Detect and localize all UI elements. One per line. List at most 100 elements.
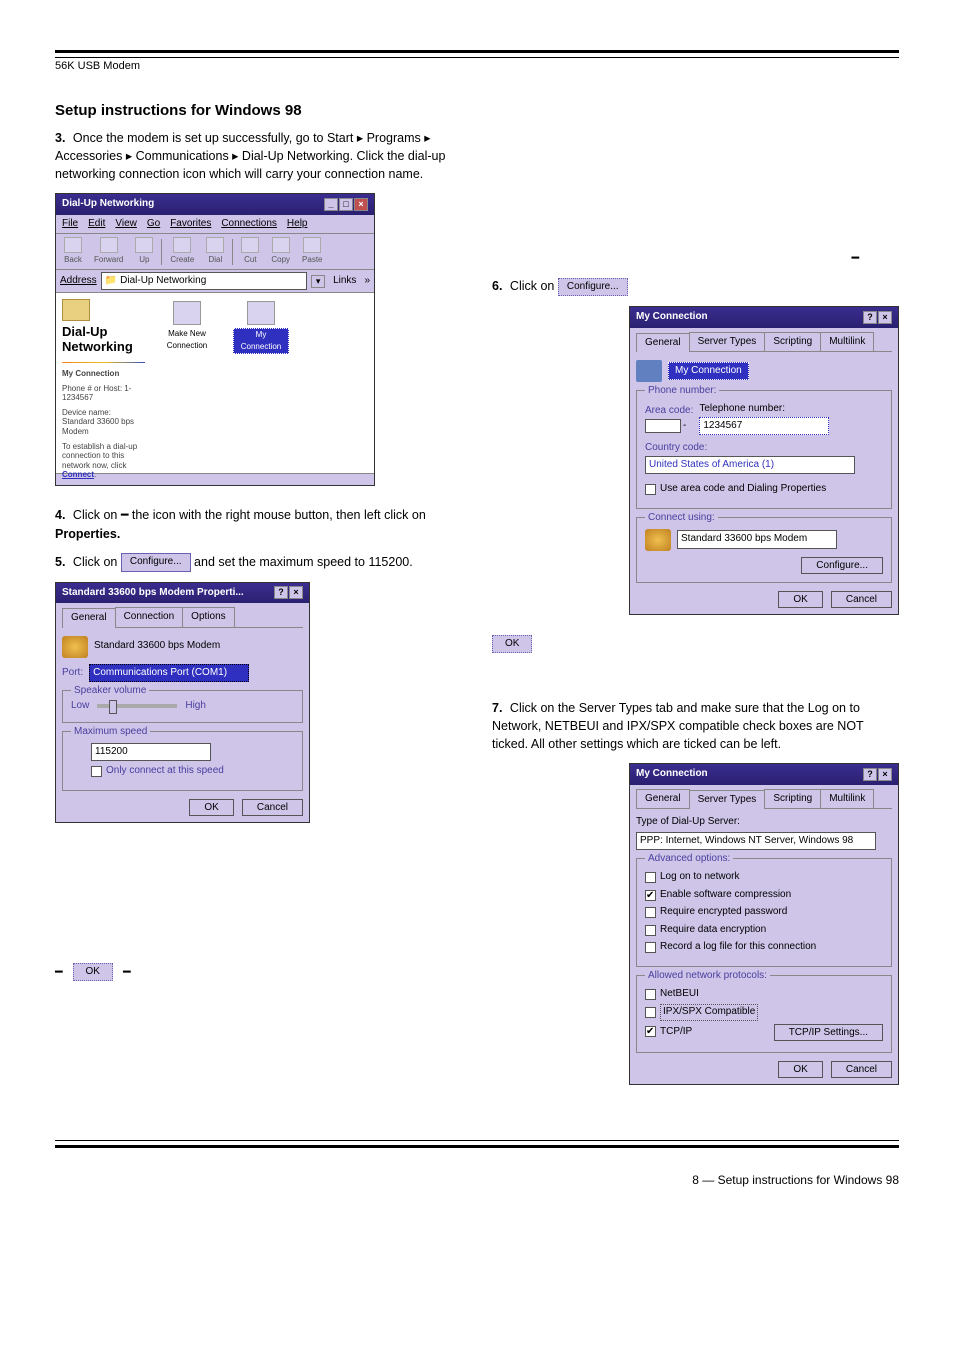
enc-pw-label: Require encrypted password: [660, 905, 787, 920]
step-7-text: Click on the Server Types tab and make s…: [492, 701, 863, 751]
folder-icon: 📁: [105, 274, 117, 289]
tool-create[interactable]: Create: [166, 236, 198, 267]
tcpip-label: TCP/IP: [660, 1026, 692, 1037]
tab-multilink[interactable]: Multilink: [820, 789, 874, 809]
cancel-button[interactable]: Cancel: [831, 591, 892, 608]
conn-name-field[interactable]: My Connection: [668, 362, 749, 381]
connect-link[interactable]: Connect: [62, 470, 94, 479]
tool-cut[interactable]: Cut: [237, 236, 263, 267]
area-code-label: Area code:: [645, 404, 693, 419]
telephone-input[interactable]: 1234567: [699, 417, 829, 436]
log-file-checkbox[interactable]: [645, 942, 656, 953]
dash-icon-2: ━: [55, 963, 63, 981]
ok-button[interactable]: OK: [778, 591, 822, 608]
data-enc-label: Require data encryption: [660, 923, 766, 938]
maximize-button[interactable]: □: [339, 198, 353, 211]
configure-chip-r[interactable]: Configure...: [558, 278, 628, 297]
server-type-select[interactable]: PPP: Internet, Windows NT Server, Window…: [636, 832, 876, 851]
tool-back[interactable]: Back: [60, 236, 86, 267]
back-icon: [64, 237, 82, 253]
menu-go[interactable]: Go: [147, 217, 160, 232]
server-dlg-title: My Connection: [636, 767, 708, 782]
explorer-toolbar: Back Forward Up Create Dial Cut Copy Pas…: [56, 234, 374, 270]
tool-paste[interactable]: Paste: [298, 236, 326, 267]
cut-icon: [241, 237, 259, 253]
port-select[interactable]: Communications Port (COM1): [89, 664, 249, 683]
configure-button[interactable]: Configure...: [801, 557, 883, 574]
only-connect-checkbox[interactable]: [91, 766, 102, 777]
tab-server-types[interactable]: Server Types: [689, 790, 766, 810]
tool-dial[interactable]: Dial: [202, 236, 228, 267]
menu-file[interactable]: File: [62, 217, 78, 232]
enc-pw-checkbox[interactable]: [645, 907, 656, 918]
modem-select[interactable]: Standard 33600 bps Modem: [677, 530, 837, 549]
tab-multilink[interactable]: Multilink: [820, 332, 874, 352]
forward-icon: [100, 237, 118, 253]
help-button[interactable]: ?: [863, 768, 877, 781]
help-button[interactable]: ?: [274, 586, 288, 599]
close-button[interactable]: ×: [878, 311, 892, 324]
menu-connections[interactable]: Connections: [221, 217, 277, 232]
address-label: Address: [60, 274, 97, 289]
tool-forward[interactable]: Forward: [90, 236, 127, 267]
tcpip-settings-button[interactable]: TCP/IP Settings...: [774, 1024, 883, 1041]
step-3-text: Once the modem is set up successfully, g…: [55, 131, 445, 181]
cancel-button[interactable]: Cancel: [831, 1061, 892, 1078]
close-button[interactable]: ×: [354, 198, 368, 211]
links-label[interactable]: Links: [329, 274, 360, 289]
configure-button-chip[interactable]: Configure...: [121, 553, 191, 572]
menu-view[interactable]: View: [115, 217, 137, 232]
section-title: Setup instructions for Windows 98: [55, 102, 899, 119]
address-value: Dial-Up Networking: [120, 274, 206, 289]
ok-chip-r[interactable]: OK: [492, 635, 532, 654]
country-select[interactable]: United States of America (1): [645, 456, 855, 475]
my-connection-icon[interactable]: My Connection: [233, 301, 289, 353]
tool-up[interactable]: Up: [131, 236, 157, 267]
ok-chip-lower[interactable]: OK: [73, 963, 113, 982]
ipx-checkbox[interactable]: [645, 1007, 656, 1018]
compression-checkbox[interactable]: [645, 890, 656, 901]
explorer-file-pane[interactable]: Make New Connection My Connection: [151, 293, 374, 473]
proto-group-title: Allowed network protocols:: [645, 969, 770, 984]
ok-button[interactable]: OK: [189, 799, 233, 816]
tab-general[interactable]: General: [636, 789, 690, 809]
help-button[interactable]: ?: [863, 311, 877, 324]
cancel-button[interactable]: Cancel: [242, 799, 303, 816]
minimize-button[interactable]: _: [324, 198, 338, 211]
folder-large-icon: [62, 299, 90, 321]
tab-general[interactable]: General: [62, 608, 116, 628]
address-dropdown[interactable]: ▾: [311, 275, 325, 288]
data-enc-checkbox[interactable]: [645, 925, 656, 936]
use-area-checkbox[interactable]: [645, 484, 656, 495]
menu-help[interactable]: Help: [287, 217, 308, 232]
ok-button[interactable]: OK: [778, 1061, 822, 1078]
netbeui-checkbox[interactable]: [645, 989, 656, 1000]
close-button[interactable]: ×: [878, 768, 892, 781]
tab-options[interactable]: Options: [182, 607, 234, 627]
create-icon: [173, 237, 191, 253]
area-code-select[interactable]: [645, 419, 681, 434]
phone-group-title: Phone number:: [645, 384, 719, 399]
explorer-side-panel: Dial-Up Networking My Connection Phone #…: [56, 293, 151, 473]
step-6-text: Click on: [510, 279, 558, 293]
tcpip-checkbox[interactable]: [645, 1026, 656, 1037]
speaker-slider[interactable]: [97, 704, 177, 708]
close-button[interactable]: ×: [289, 586, 303, 599]
logon-label: Log on to network: [660, 870, 740, 885]
make-new-connection-icon[interactable]: Make New Connection: [159, 301, 215, 351]
dash-icon: ━: [121, 507, 129, 522]
logon-checkbox[interactable]: [645, 872, 656, 883]
maxspeed-group-title: Maximum speed: [71, 725, 150, 740]
menu-edit[interactable]: Edit: [88, 217, 105, 232]
menu-favorites[interactable]: Favorites: [170, 217, 211, 232]
tool-copy[interactable]: Copy: [267, 236, 294, 267]
tab-scripting[interactable]: Scripting: [764, 789, 821, 809]
tab-scripting[interactable]: Scripting: [764, 332, 821, 352]
dash-icon-3: ━: [123, 963, 131, 981]
tab-general[interactable]: General: [636, 333, 690, 353]
use-area-label: Use area code and Dialing Properties: [660, 482, 826, 497]
tab-connection[interactable]: Connection: [115, 607, 184, 627]
tab-server-types[interactable]: Server Types: [689, 332, 766, 352]
address-field[interactable]: 📁 Dial-Up Networking: [101, 272, 307, 291]
maxspeed-select[interactable]: 115200: [91, 743, 211, 762]
